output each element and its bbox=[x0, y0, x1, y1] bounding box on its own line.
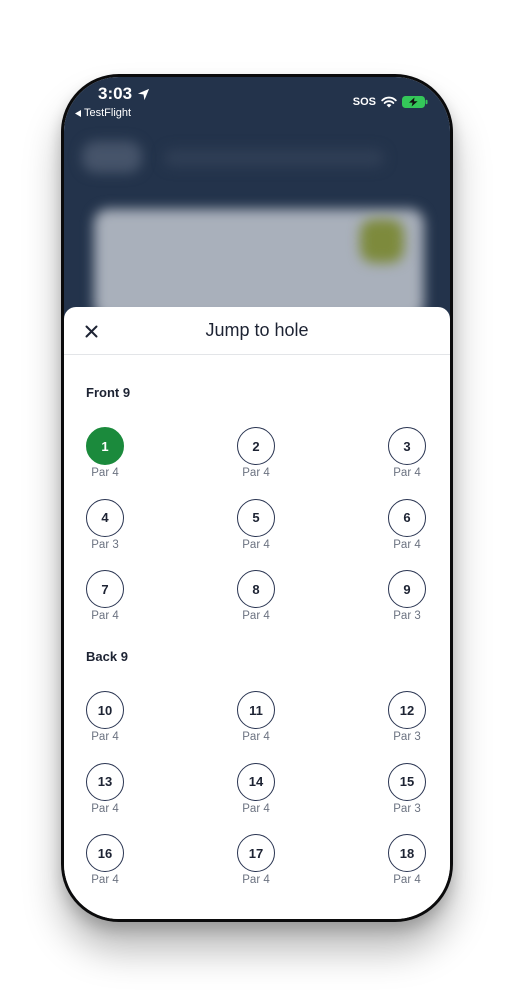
hole-12-button[interactable]: 12 Par 3 bbox=[377, 691, 437, 751]
hole-number: 12 bbox=[388, 691, 426, 729]
blurred-element bbox=[164, 149, 384, 167]
hole-number: 10 bbox=[86, 691, 124, 729]
back-app-label: TestFlight bbox=[84, 107, 132, 119]
hole-par-label: Par 4 bbox=[393, 538, 421, 551]
hole-number: 8 bbox=[237, 570, 275, 608]
hole-14-button[interactable]: 14 Par 4 bbox=[226, 762, 286, 823]
hole-par-label: Par 4 bbox=[242, 874, 270, 886]
hole-par-label: Par 4 bbox=[242, 538, 270, 551]
hole-par-label: Par 4 bbox=[393, 874, 421, 886]
hole-par-label: Par 4 bbox=[91, 610, 119, 622]
hole-number: 6 bbox=[388, 498, 426, 537]
hole-3-button[interactable]: 3 Par 4 bbox=[377, 427, 437, 487]
sheet-title: Jump to hole bbox=[205, 320, 309, 340]
hole-par-label: Par 4 bbox=[242, 731, 270, 743]
location-arrow-icon bbox=[137, 88, 150, 100]
hole-8-button[interactable]: 8 Par 4 bbox=[226, 570, 286, 630]
wifi-icon bbox=[381, 96, 397, 108]
hole-par-label: Par 3 bbox=[393, 731, 421, 743]
hole-par-label: Par 4 bbox=[91, 874, 119, 886]
hole-par-label: Par 4 bbox=[242, 610, 270, 622]
hole-par-label: Par 4 bbox=[91, 731, 119, 743]
hole-13-button[interactable]: 13 Par 4 bbox=[75, 762, 135, 823]
hole-10-button[interactable]: 10 Par 4 bbox=[75, 691, 135, 751]
sheet-header: Jump to hole bbox=[64, 307, 450, 355]
hole-6-button[interactable]: 6 Par 4 bbox=[377, 498, 437, 559]
hole-number: 4 bbox=[86, 498, 124, 537]
hole-par-label: Par 3 bbox=[393, 610, 421, 622]
hole-17-button[interactable]: 17 Par 4 bbox=[226, 834, 286, 894]
hole-2-button[interactable]: 2 Par 4 bbox=[226, 427, 286, 487]
hole-number: 18 bbox=[388, 834, 426, 872]
hole-par-label: Par 4 bbox=[91, 467, 119, 479]
hole-number: 14 bbox=[237, 762, 275, 801]
hole-7-button[interactable]: 7 Par 4 bbox=[75, 570, 135, 630]
hole-number: 11 bbox=[237, 691, 275, 729]
hole-number: 16 bbox=[86, 834, 124, 872]
hole-par-label: Par 3 bbox=[393, 802, 421, 815]
hole-number: 1 bbox=[86, 427, 124, 465]
hole-number: 13 bbox=[86, 762, 124, 801]
status-time-group: 3:03 bbox=[98, 84, 150, 104]
phone-frame: 3:03 TestFlight SOS Jump to hole Front 9… bbox=[61, 74, 453, 922]
hole-15-button[interactable]: 15 Par 3 bbox=[377, 762, 437, 823]
status-indicators: SOS bbox=[353, 96, 428, 108]
hole-par-label: Par 3 bbox=[91, 538, 119, 551]
phone-screen: 3:03 TestFlight SOS Jump to hole Front 9… bbox=[64, 77, 450, 919]
sos-label: SOS bbox=[352, 96, 376, 108]
hole-par-label: Par 4 bbox=[242, 467, 270, 479]
status-bar: 3:03 TestFlight SOS bbox=[64, 77, 450, 125]
hole-par-label: Par 4 bbox=[91, 802, 119, 815]
hole-number: 2 bbox=[237, 427, 275, 465]
hole-4-button[interactable]: 4 Par 3 bbox=[75, 498, 135, 559]
hole-11-button[interactable]: 11 Par 4 bbox=[226, 691, 286, 751]
status-time: 3:03 bbox=[98, 84, 133, 103]
hole-par-label: Par 4 bbox=[393, 467, 421, 479]
hole-number: 15 bbox=[388, 762, 426, 801]
hole-number: 3 bbox=[388, 427, 426, 465]
hole-9-button[interactable]: 9 Par 3 bbox=[377, 570, 437, 630]
hole-16-button[interactable]: 16 Par 4 bbox=[75, 834, 135, 894]
blurred-element bbox=[82, 141, 142, 173]
hole-5-button[interactable]: 5 Par 4 bbox=[226, 498, 286, 559]
hole-number: 17 bbox=[237, 834, 275, 872]
back-9-heading: Back 9 bbox=[86, 649, 128, 664]
blurred-element bbox=[360, 219, 404, 263]
hole-1-button[interactable]: 1 Par 4 bbox=[75, 427, 135, 487]
back-to-app-button[interactable]: TestFlight bbox=[75, 107, 131, 119]
hole-number: 5 bbox=[237, 498, 275, 537]
hole-par-label: Par 4 bbox=[242, 802, 270, 815]
back-triangle-icon bbox=[75, 109, 81, 117]
hole-number: 9 bbox=[388, 570, 426, 608]
hole-number: 7 bbox=[86, 570, 124, 608]
battery-charging-icon bbox=[402, 96, 428, 108]
front-9-heading: Front 9 bbox=[86, 385, 131, 400]
hole-18-button[interactable]: 18 Par 4 bbox=[377, 834, 437, 894]
jump-to-hole-sheet: Jump to hole Front 9 1 Par 4 2 Par 4 3 Par 4 4… bbox=[64, 307, 450, 919]
